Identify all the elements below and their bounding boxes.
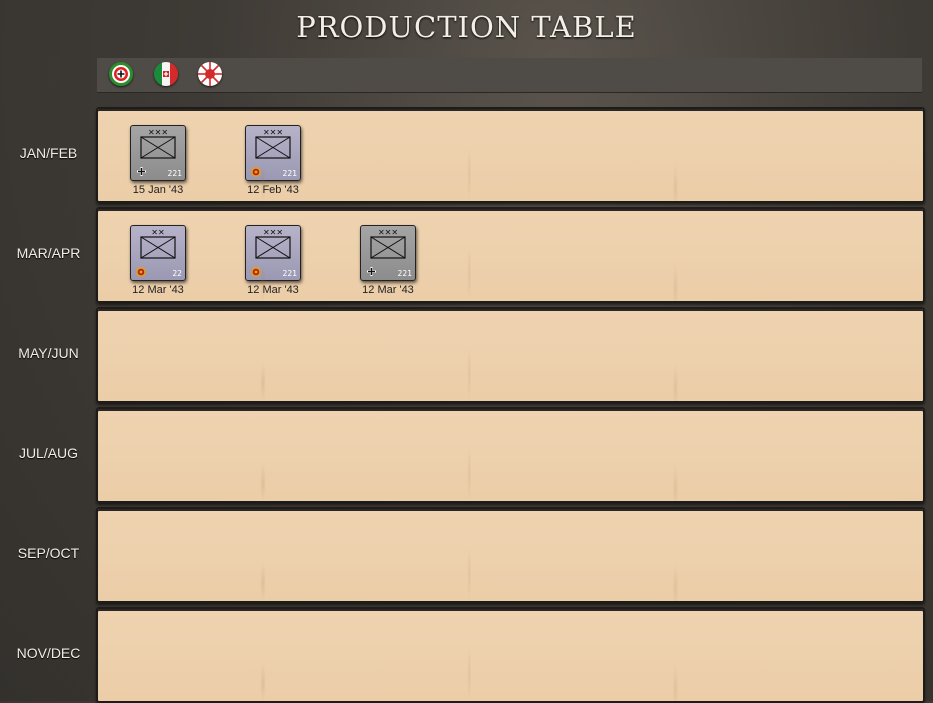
row-label-nov-dec: NOV/DEC [16,645,81,661]
production-row [96,507,925,603]
italy-roundel-icon[interactable] [154,62,178,86]
unit-strength: 221 [282,269,297,278]
production-row: ✕✕ 22 12 Mar '43 ✕✕✕ 221 12 Mar '43 ✕✕✕ 22… [96,207,925,303]
unit-slot: ✕✕✕ 221 12 Feb '43 [233,125,313,196]
japan-roundel-icon[interactable] [198,62,222,86]
svg-text:✕✕✕: ✕✕✕ [378,228,398,237]
svg-text:✕✕: ✕✕ [151,228,164,237]
italian-unit-counter[interactable]: ✕✕✕ 221 [245,125,301,181]
svg-text:✕✕✕: ✕✕✕ [148,128,168,137]
production-row [96,607,925,703]
unit-slot: ✕✕ 22 12 Mar '43 [118,225,198,296]
unit-strength: 221 [282,169,297,178]
row-label-sep-oct: SEP/OCT [17,545,80,561]
unit-slot: ✕✕✕ 221 15 Jan '43 [118,125,198,196]
unit-slot: ✕✕✕ 221 12 Mar '43 [233,225,313,296]
unit-slot: ✕✕✕ 221 12 Mar '43 [348,225,428,296]
production-row: ✕✕✕ 221 15 Jan '43 ✕✕✕ 221 12 Feb '43 [96,107,925,203]
svg-text:✕✕✕: ✕✕✕ [263,228,283,237]
unit-strength: 22 [172,269,182,278]
row-label-may-jun: MAY/JUN [18,345,79,361]
nation-filter-bar [97,58,922,93]
german-unit-counter[interactable]: ✕✕✕ 221 [130,125,186,181]
page-title: PRODUCTION TABLE [296,10,637,44]
row-label-mar-apr: MAR/APR [16,245,81,261]
italian-unit-counter[interactable]: ✕✕ 22 [130,225,186,281]
german-unit-counter[interactable]: ✕✕✕ 221 [360,225,416,281]
unit-arrival-date: 12 Mar '43 [362,284,414,296]
unit-arrival-date: 15 Jan '43 [132,184,184,196]
svg-text:✕✕✕: ✕✕✕ [263,128,283,137]
production-row [96,307,925,403]
row-label-jan-feb: JAN/FEB [19,145,78,161]
unit-strength: 221 [397,269,412,278]
production-row [96,407,925,503]
row-label-jul-aug: JUL/AUG [18,445,79,461]
unit-strength: 221 [167,169,182,178]
italian-unit-counter[interactable]: ✕✕✕ 221 [245,225,301,281]
unit-arrival-date: 12 Mar '43 [247,284,299,296]
unit-arrival-date: 12 Feb '43 [247,184,299,196]
germany-roundel-icon[interactable] [109,62,133,86]
unit-arrival-date: 12 Mar '43 [132,284,184,296]
